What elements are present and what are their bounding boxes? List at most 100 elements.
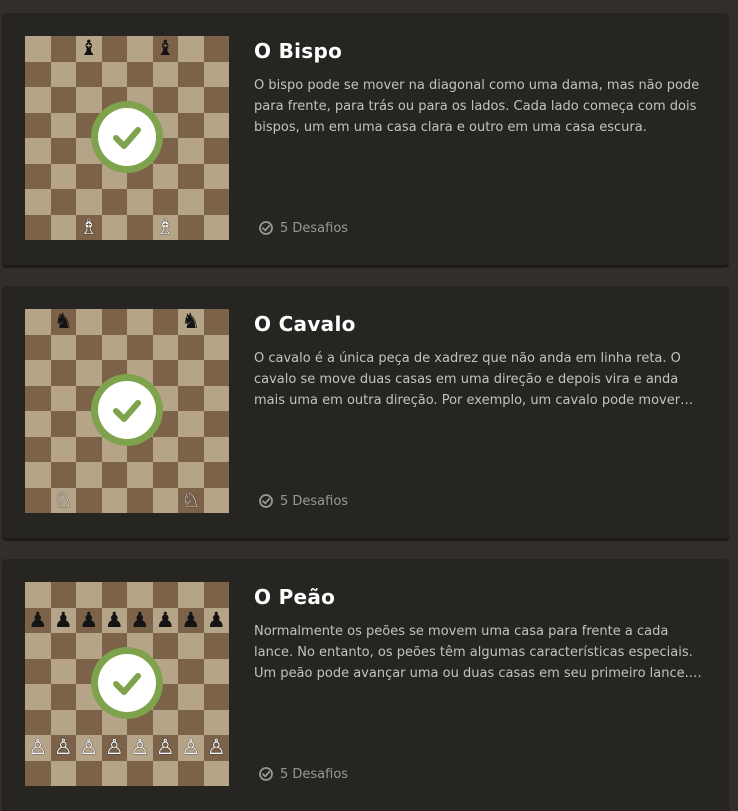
chess-piece: ♙ — [206, 735, 226, 760]
board-square — [178, 189, 204, 215]
completed-badge — [91, 101, 163, 173]
board-square — [152, 582, 178, 608]
board-square: ♙ — [25, 735, 51, 761]
board-square — [178, 163, 204, 189]
board-square: ♞ — [50, 309, 76, 335]
chess-piece: ♙ — [53, 735, 73, 760]
lesson-description: Normalmente os peões se movem uma casa p… — [254, 624, 693, 681]
board-square — [76, 334, 102, 360]
challenges-label: 5 Desafios — [280, 766, 349, 782]
board-square — [127, 462, 153, 488]
board-square — [127, 61, 153, 87]
board-square — [25, 87, 51, 113]
checkmark-icon — [113, 127, 141, 149]
lesson-card-pawn[interactable]: ♟ ♟ ♟ ♟ ♟ ♟ ♟ ♟ ♙ ♙ ♙ ♙ ♙ ♙ ♙ ♙ O Peão Normalmente os p… — [2, 559, 729, 811]
board-square — [203, 436, 229, 462]
board-square — [178, 462, 204, 488]
chess-piece: ♞ — [53, 309, 73, 334]
chess-piece: ♙ — [104, 735, 124, 760]
board-square — [76, 709, 102, 735]
board-square — [50, 87, 76, 113]
board-square — [203, 684, 229, 710]
board-square — [101, 334, 127, 360]
board-square — [152, 487, 178, 513]
board-square — [178, 360, 204, 386]
board-square — [152, 709, 178, 735]
board-square — [50, 61, 76, 87]
board-square — [76, 61, 102, 87]
board-square — [50, 360, 76, 386]
board-square — [25, 487, 51, 513]
board-square — [203, 214, 229, 240]
board-square — [50, 138, 76, 164]
board-square: ♝ — [76, 36, 102, 62]
board-square — [25, 709, 51, 735]
chess-piece: ♟ — [104, 607, 124, 632]
checkmark-icon — [113, 400, 141, 422]
board-square — [50, 36, 76, 62]
chess-piece: ♟ — [181, 607, 201, 632]
board-square — [178, 87, 204, 113]
board-square — [50, 163, 76, 189]
board-square — [101, 61, 127, 87]
board-square — [25, 411, 51, 437]
board-square — [178, 760, 204, 786]
board-square — [25, 658, 51, 684]
chess-piece: ♞ — [181, 309, 201, 334]
board-square — [178, 112, 204, 138]
board-square — [152, 334, 178, 360]
board-square — [203, 760, 229, 786]
board-square — [50, 214, 76, 240]
board-square: ♙ — [203, 735, 229, 761]
board-square — [25, 760, 51, 786]
board-square — [152, 309, 178, 335]
board-square — [127, 760, 153, 786]
board-square — [178, 334, 204, 360]
chess-piece: ♟ — [79, 607, 99, 632]
chess-piece: ♟ — [130, 607, 150, 632]
board-square — [101, 462, 127, 488]
board-square — [76, 487, 102, 513]
chess-piece: ♟ — [53, 607, 73, 632]
check-circle-icon — [258, 493, 274, 509]
lesson-card-knight[interactable]: ♞ ♞ ♘ ♘ O Cavalo O cavalo é a única peça de… — [2, 286, 729, 538]
challenges-label: 5 Desafios — [280, 493, 349, 509]
board-square: ♙ — [178, 735, 204, 761]
board-square — [203, 487, 229, 513]
board-square — [203, 633, 229, 659]
chess-piece: ♟ — [155, 607, 175, 632]
board-square: ♝ — [152, 36, 178, 62]
board-square — [50, 760, 76, 786]
board-square — [203, 709, 229, 735]
chess-piece: ♘ — [53, 487, 73, 512]
board-square — [203, 112, 229, 138]
board-square: ♟ — [25, 607, 51, 633]
board-square — [152, 189, 178, 215]
board-square — [152, 360, 178, 386]
board-square — [50, 385, 76, 411]
board-square — [178, 684, 204, 710]
board-square — [25, 360, 51, 386]
board-square — [50, 189, 76, 215]
board-square — [50, 633, 76, 659]
board-square — [25, 334, 51, 360]
board-square — [203, 334, 229, 360]
board-square — [203, 360, 229, 386]
board-square — [50, 436, 76, 462]
board-square — [76, 436, 102, 462]
board-square — [76, 309, 102, 335]
board-square — [178, 709, 204, 735]
chess-piece: ♙ — [28, 735, 48, 760]
board-square — [25, 138, 51, 164]
lesson-description: O bispo pode se mover na diagonal como u… — [254, 78, 700, 135]
board-square — [25, 436, 51, 462]
board-square — [203, 87, 229, 113]
board-square — [50, 582, 76, 608]
board-square — [101, 487, 127, 513]
lesson-card-bishop[interactable]: ♝ ♝ ♗ ♗ O Bispo O bispo pode se mover na di… — [2, 13, 729, 265]
board-square — [76, 360, 102, 386]
board-square — [203, 658, 229, 684]
board-square — [203, 385, 229, 411]
board-square: ♙ — [76, 735, 102, 761]
board-square — [25, 112, 51, 138]
